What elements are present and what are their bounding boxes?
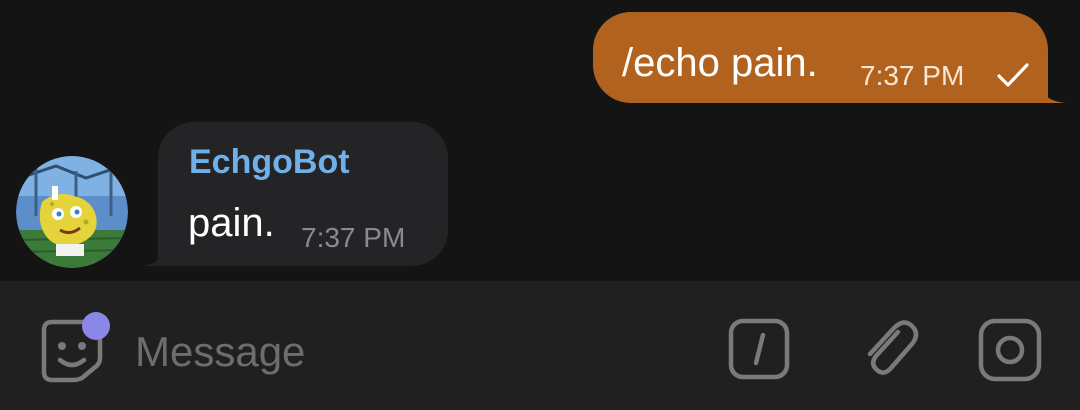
incoming-message-time: 7:37 PM <box>301 222 406 253</box>
outgoing-message-text: /echo pain. <box>622 41 818 85</box>
notification-dot <box>82 312 110 340</box>
incoming-message-text: pain. <box>188 201 275 245</box>
outgoing-bubble-tail <box>1040 83 1066 103</box>
outgoing-message-time: 7:37 PM <box>860 60 965 91</box>
bot-command-icon[interactable] <box>728 318 790 380</box>
check-icon <box>997 63 1029 87</box>
message-input[interactable] <box>135 326 695 378</box>
sender-name[interactable]: EchgoBot <box>189 142 350 182</box>
incoming-bubble-tail <box>142 244 166 266</box>
bot-avatar[interactable] <box>16 156 128 268</box>
camera-icon[interactable] <box>978 318 1042 382</box>
paperclip-icon[interactable] <box>858 316 920 382</box>
